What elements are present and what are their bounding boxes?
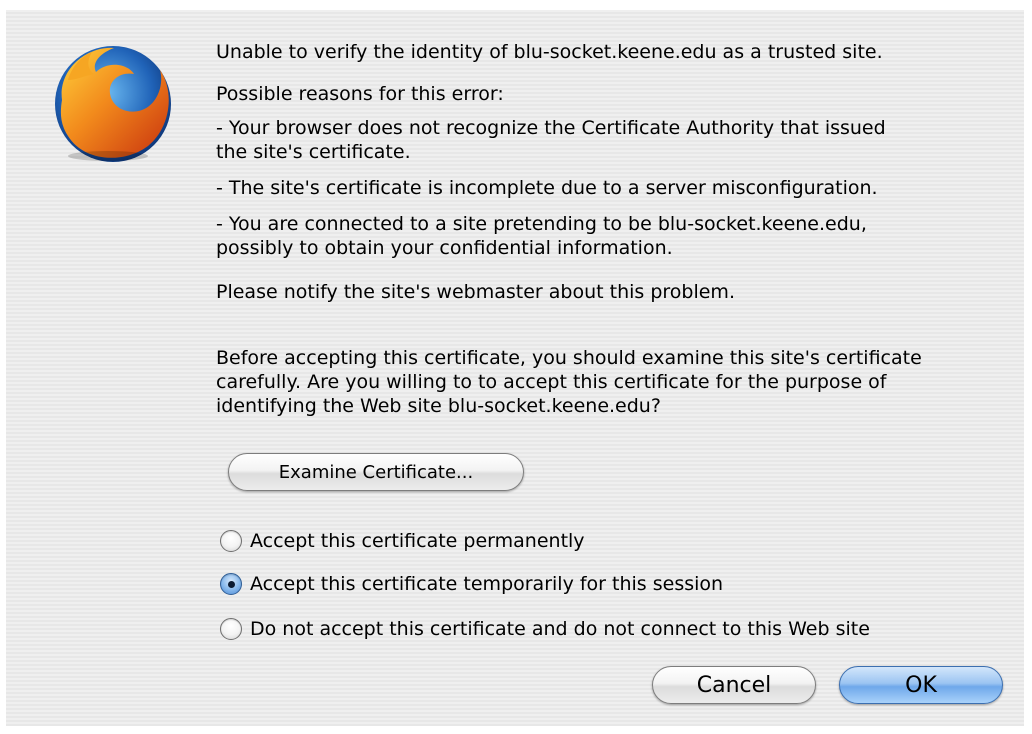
prompt-line-3: identifying the Web site blu-socket.keen… — [216, 395, 661, 417]
certificate-dialog: Unable to verify the identity of blu-soc… — [6, 10, 1024, 726]
option-accept-permanently[interactable]: Accept this certificate permanently — [220, 527, 585, 555]
prompt-line-2: carefully. Are you willing to to accept … — [216, 371, 887, 393]
option-label: Accept this certificate temporarily for … — [250, 573, 724, 595]
prompt-line-1: Before accepting this certificate, you s… — [216, 347, 922, 369]
radio-button[interactable] — [220, 530, 242, 552]
radio-button-selected[interactable] — [220, 573, 242, 595]
examine-certificate-button[interactable]: Examine Certificate... — [228, 453, 524, 491]
option-label: Accept this certificate permanently — [250, 530, 585, 552]
option-do-not-accept[interactable]: Do not accept this certificate and do no… — [220, 615, 870, 643]
reason-3-line-2: possibly to obtain your confidential inf… — [216, 237, 673, 259]
reason-1-line-1: - Your browser does not recognize the Ce… — [216, 117, 886, 139]
notify-webmaster-text: Please notify the site's webmaster about… — [216, 281, 735, 303]
radio-selected-dot — [227, 580, 235, 588]
firefox-logo-icon — [55, 46, 171, 162]
cancel-button[interactable]: Cancel — [652, 666, 816, 704]
error-title: Unable to verify the identity of blu-soc… — [216, 41, 883, 63]
reason-3-line-1: - You are connected to a site pretending… — [216, 213, 867, 235]
reasons-heading: Possible reasons for this error: — [216, 83, 504, 105]
radio-button[interactable] — [220, 618, 242, 640]
ok-button[interactable]: OK — [839, 666, 1003, 704]
option-accept-temporarily[interactable]: Accept this certificate temporarily for … — [220, 570, 723, 598]
reason-2: - The site's certificate is incomplete d… — [216, 177, 878, 199]
option-label: Do not accept this certificate and do no… — [250, 618, 870, 640]
reason-1-line-2: the site's certificate. — [216, 141, 411, 163]
